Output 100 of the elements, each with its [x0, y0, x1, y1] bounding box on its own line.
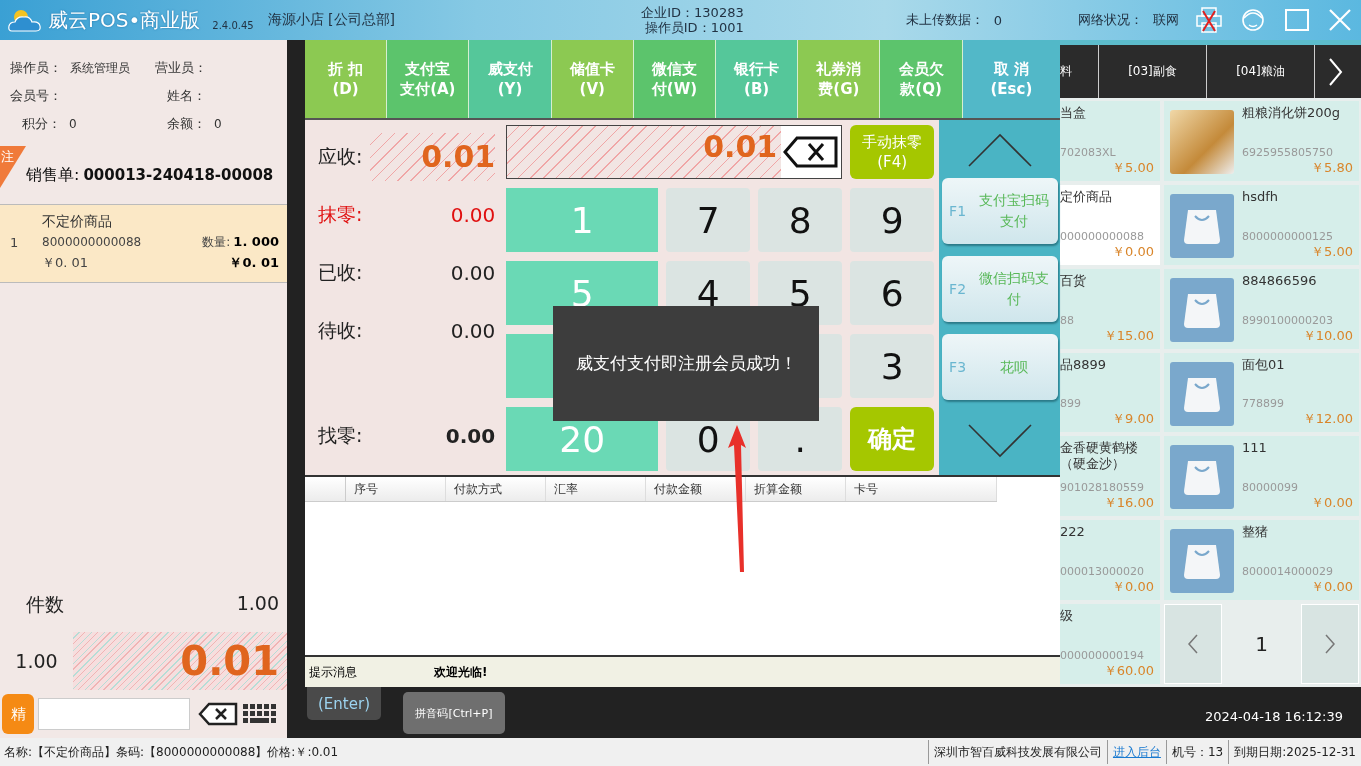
item-name: 不定价商品: [42, 213, 113, 231]
total-quantity: 1.00: [14, 650, 59, 672]
product-name: 面包01: [1242, 356, 1286, 373]
member-info-value: 系统管理员: [70, 59, 130, 77]
amount-label: 待收:: [318, 318, 363, 343]
product-price: ￥16.00: [1102, 494, 1154, 513]
product-barcode: 702083XL: [1060, 145, 1117, 159]
keyboard-icon[interactable]: [242, 703, 278, 725]
product-barcode: 000000000088: [1060, 229, 1145, 243]
amount-label: 抹零:: [318, 202, 363, 227]
product-price: ￥12.00: [1301, 410, 1353, 429]
product-price: ￥0.00: [1111, 242, 1154, 261]
item-index: 1: [10, 235, 20, 252]
product-card[interactable]: 级 000000000194 ￥60.00: [1060, 604, 1160, 684]
total-amount: 0.01: [73, 632, 287, 690]
product-price: ￥60.00: [1102, 662, 1154, 680]
product-name: 222: [1060, 524, 1086, 541]
product-name: 粗粮消化饼200g: [1242, 105, 1342, 121]
product-name: 级: [1060, 608, 1074, 625]
item-unit-price: ￥0. 01: [42, 254, 90, 272]
amount-value: 0.01: [370, 133, 496, 181]
chevron-right-icon[interactable]: [1327, 56, 1343, 87]
shopping-bag-icon: [1170, 193, 1234, 258]
product-barcode: 899: [1060, 397, 1082, 411]
network-label: 网络状况：: [1078, 11, 1143, 29]
product-name: 884866596: [1242, 272, 1318, 289]
barcode-input[interactable]: [38, 698, 190, 730]
column-header: 汇率: [546, 477, 646, 501]
quantity-label: 数量:: [202, 234, 231, 251]
keypad-key[interactable]: 7: [666, 188, 751, 252]
product-barcode: 901028180559: [1060, 481, 1145, 495]
keypad-key[interactable]: 3: [850, 334, 935, 398]
keypad-key[interactable]: 6: [850, 261, 935, 325]
chevron-right-icon: [1324, 633, 1336, 656]
message-label: 提示消息: [308, 663, 358, 681]
product-card[interactable]: 金香硬黄鹤楼（硬金沙） 901028180559 ￥16.00: [1060, 436, 1160, 517]
product-barcode: 778899: [1242, 397, 1285, 411]
company-name: 深圳市智百威科技发展有限公司: [927, 740, 1107, 764]
product-card[interactable]: 品8899 899 ￥9.00: [1060, 352, 1160, 433]
keypad-key[interactable]: 9: [850, 188, 935, 252]
category-tab[interactable]: [03]副食: [1099, 45, 1207, 98]
product-barcode: 8000000000125: [1242, 229, 1334, 243]
photo-placeholder: [1170, 110, 1234, 174]
product-barcode: 8990100000203: [1242, 313, 1334, 327]
product-card[interactable]: 整猪 8000014000029 ￥0.00: [1164, 520, 1359, 601]
network-status: 联网: [1153, 11, 1179, 29]
product-name: 111: [1242, 440, 1268, 457]
product-card[interactable]: 884866596 8990100000203 ￥10.00: [1164, 268, 1359, 349]
product-card[interactable]: 百货 88 ￥15.00: [1060, 268, 1160, 349]
product-price: ￥5.80: [1310, 158, 1353, 177]
shopping-bag-icon: [1170, 361, 1234, 426]
product-price: ￥10.00: [1301, 326, 1353, 345]
column-header: 折算金额: [746, 477, 846, 501]
chevron-up-icon[interactable]: [966, 132, 1033, 168]
product-card[interactable]: 222 000013000020 ￥0.00: [1060, 520, 1160, 601]
product-card[interactable]: 当盒 702083XL ￥5.00: [1060, 101, 1160, 181]
product-card[interactable]: 111 80000099 ￥0.00: [1164, 436, 1359, 517]
product-name: 百货: [1060, 272, 1087, 289]
message-text: 欢迎光临!: [434, 663, 488, 681]
amount-value: 0.00: [450, 319, 496, 343]
admin-link[interactable]: 进入后台: [1106, 740, 1166, 764]
item-quantity: 1. 000: [233, 234, 279, 249]
cloud-logo-icon: [8, 7, 42, 33]
app-name: 威云POS•商业版: [48, 6, 201, 34]
note-tag: 注: [0, 146, 26, 188]
category-tab[interactable]: [04]粮油: [1207, 45, 1315, 98]
shopping-bag-icon: [1170, 445, 1234, 510]
product-price: ￥9.00: [1111, 410, 1154, 429]
product-barcode: 000013000020: [1060, 565, 1145, 579]
enter-button[interactable]: (Enter): [307, 687, 381, 720]
shopping-bag-icon: [1170, 277, 1234, 342]
member-info-value: 0: [214, 117, 222, 131]
product-card[interactable]: 面包01 778899 ￥12.00: [1164, 352, 1359, 433]
member-info-label: 会员号：: [10, 87, 62, 105]
product-price: ￥5.00: [1310, 242, 1353, 261]
item-total: ￥0. 01: [229, 254, 279, 272]
backspace-icon[interactable]: [198, 702, 238, 726]
chevron-down-icon[interactable]: [966, 423, 1033, 459]
app-version: 2.4.0.45: [212, 19, 254, 31]
product-name: 品8899: [1060, 356, 1108, 373]
product-card[interactable]: 定价商品 000000000088 ￥0.00: [1060, 184, 1160, 265]
expiry-date: 到期日期:2025-12-31: [1228, 740, 1361, 764]
product-barcode: 000000000194: [1060, 649, 1145, 662]
product-barcode: 8000014000029: [1242, 565, 1334, 579]
pinyin-button[interactable]: 拼音码[Ctrl+P]: [403, 692, 505, 734]
item-count: 1.00: [236, 592, 279, 616]
keypad-key[interactable]: 8: [758, 188, 843, 252]
order-number: 000013-240418-00008: [83, 166, 274, 184]
enterprise-id: 企业ID：130283: [641, 5, 744, 20]
order-item[interactable]: 1 不定价商品 8000000000088 数量: 1. 000 ￥0. 01 ￥0. 01: [0, 205, 287, 283]
product-price: ￥0.00: [1310, 494, 1353, 513]
product-card[interactable]: 粗粮消化饼200g 6925955805750 ￥5.80: [1164, 101, 1359, 181]
member-info-label: 营业员：: [155, 59, 207, 77]
printer-error-icon[interactable]: [1195, 6, 1223, 34]
backspace-icon[interactable]: [783, 135, 840, 169]
member-info-label: 姓名：: [167, 87, 206, 105]
column-header: 付款方式: [446, 477, 546, 501]
member-info-label: 积分：: [22, 115, 61, 133]
product-card[interactable]: hsdfh 8000000000125 ￥5.00: [1164, 184, 1359, 265]
entered-amount: 0.01: [702, 128, 779, 166]
